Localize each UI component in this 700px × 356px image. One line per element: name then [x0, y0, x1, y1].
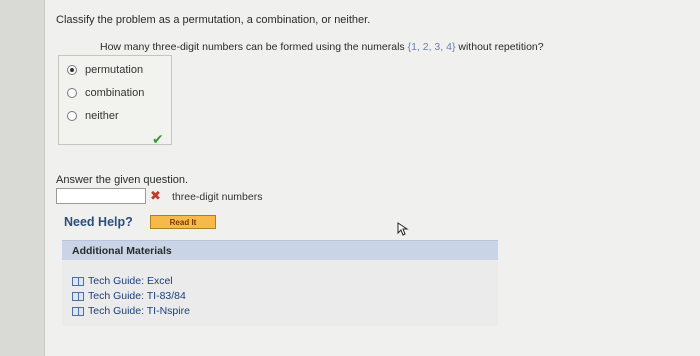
- tech-guide-tinspire-link[interactable]: Tech Guide: TI-Nspire: [72, 305, 190, 317]
- checkmark-icon: ✔: [152, 131, 164, 147]
- radio-icon[interactable]: [67, 111, 77, 121]
- additional-materials-header: Additional Materials: [62, 240, 498, 260]
- question-prompt: Classify the problem as a permutation, a…: [56, 14, 371, 26]
- tech-guide-label: Tech Guide: Excel: [88, 275, 173, 287]
- answer-units: three-digit numbers: [172, 191, 263, 203]
- subquestion-prefix: How many three-digit numbers can be form…: [100, 41, 405, 53]
- tech-guide-label: Tech Guide: TI-83/84: [88, 290, 186, 302]
- radio-icon[interactable]: [67, 88, 77, 98]
- mouse-cursor-icon: [397, 222, 409, 236]
- x-icon: ✖: [150, 188, 161, 203]
- choice-label: combination: [85, 87, 145, 99]
- book-icon: [72, 291, 84, 301]
- answer-label: Answer the given question.: [56, 174, 189, 186]
- tech-guide-excel-link[interactable]: Tech Guide: Excel: [72, 275, 173, 287]
- tech-guide-ti84-link[interactable]: Tech Guide: TI-83/84: [72, 290, 186, 302]
- read-it-button[interactable]: Read It: [150, 215, 216, 229]
- need-help-label: Need Help?: [64, 215, 133, 229]
- choice-label: permutation: [85, 64, 144, 76]
- book-icon: [72, 306, 84, 316]
- numeral-set: {1, 2, 3, 4}: [407, 41, 456, 53]
- radio-selected-icon[interactable]: [67, 65, 77, 75]
- subquestion-suffix: without repetition?: [458, 41, 544, 53]
- answer-input[interactable]: [56, 188, 146, 204]
- choice-neither[interactable]: neither: [67, 110, 119, 122]
- choice-label: neither: [85, 110, 119, 122]
- book-icon: [72, 276, 84, 286]
- choice-permutation[interactable]: permutation: [67, 64, 143, 76]
- subquestion: How many three-digit numbers can be form…: [100, 41, 544, 53]
- tech-guide-label: Tech Guide: TI-Nspire: [88, 305, 190, 317]
- choice-combination[interactable]: combination: [67, 87, 144, 99]
